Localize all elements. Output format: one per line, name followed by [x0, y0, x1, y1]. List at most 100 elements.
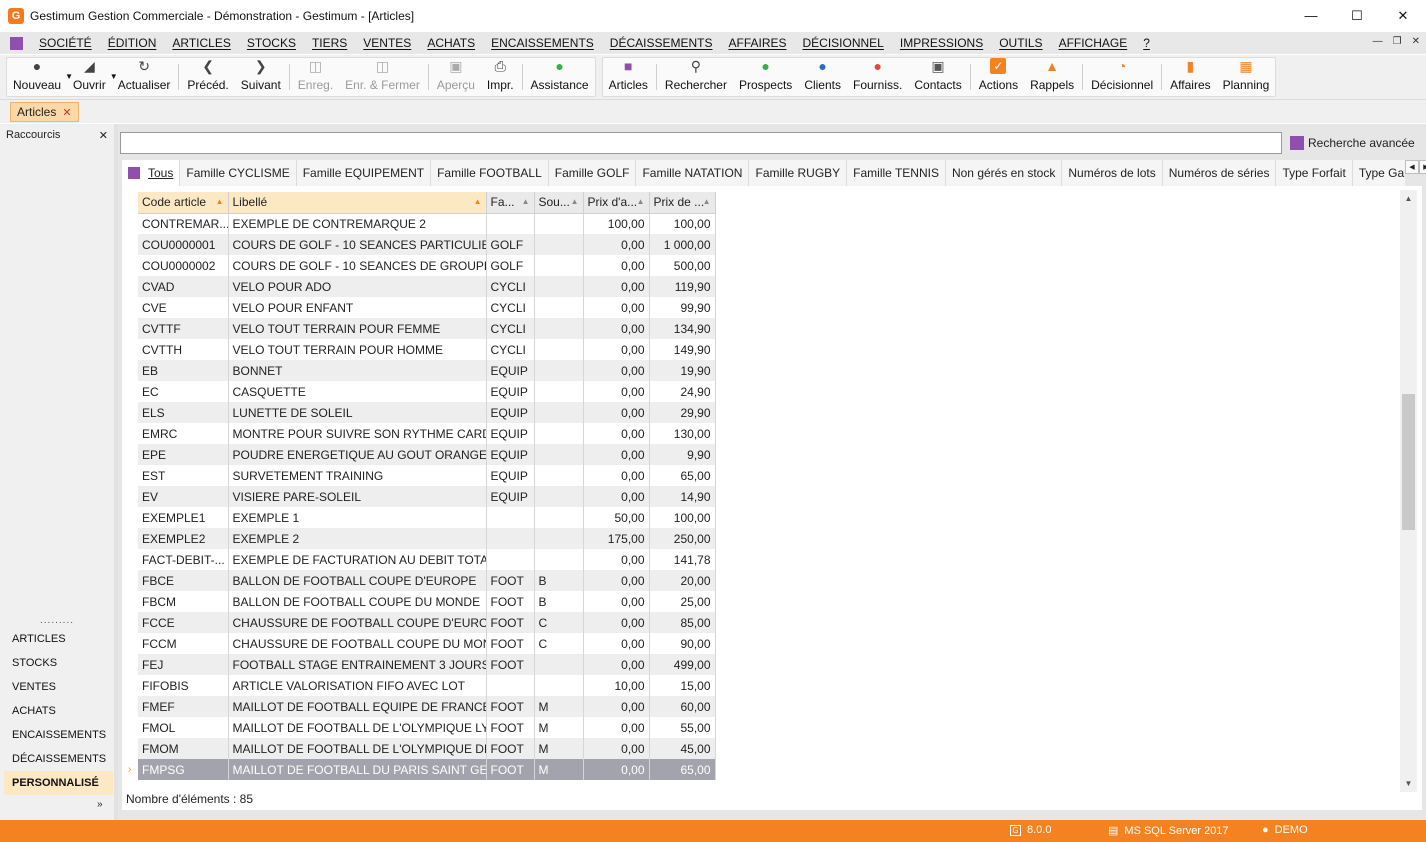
toolbar-button-actualiser[interactable]: ↻ Actualiser	[112, 58, 177, 96]
grid-vertical-scrollbar[interactable]: ▲ ▼	[1400, 190, 1417, 792]
menu-affaires[interactable]: AFFAIRES	[720, 36, 794, 50]
table-row[interactable]: CVTTF VELO TOUT TERRAIN POUR FEMME CYCLI 0,…	[138, 318, 716, 339]
table-row[interactable]: CVE VELO POUR ENFANT CYCLI 0,00 99,90	[138, 297, 716, 318]
tab-type-forfait[interactable]: Type Forfait	[1276, 160, 1353, 186]
tab-famille-equipement[interactable]: Famille EQUIPEMENT	[296, 160, 432, 186]
toolbar-button-suivant[interactable]: ❯ Suivant	[235, 58, 287, 96]
table-row[interactable]: EMRC MONTRE POUR SUIVRE SON RYTHME CARDI.…	[138, 423, 716, 444]
toolbar-button-apercu[interactable]: ▣ Aperçu	[431, 58, 481, 96]
shortcut-achats[interactable]: ACHATS	[4, 699, 113, 723]
toolbar-button-affaires[interactable]: ▮ Affaires	[1164, 58, 1216, 96]
table-row[interactable]: FCCE CHAUSSURE DE FOOTBALL COUPE D'EUROPE…	[138, 612, 716, 633]
table-row[interactable]: CVAD VELO POUR ADO CYCLI 0,00 119,90	[138, 276, 716, 297]
table-row[interactable]: CONTREMAR... EXEMPLE DE CONTREMARQUE 2 100…	[138, 213, 716, 234]
menu-encaissements[interactable]: ENCAISSEMENTS	[483, 36, 602, 50]
toolbar-button-fourniss[interactable]: ● Fourniss.	[847, 58, 908, 96]
scroll-thumb[interactable]	[1402, 394, 1415, 530]
toolbar-button-rechercher[interactable]: ⚲ Rechercher	[659, 58, 733, 96]
column-header-fa[interactable]: Fa... ▲	[486, 192, 535, 214]
toolbar-button-assistance[interactable]: ● Assistance	[525, 58, 595, 96]
menu-help[interactable]: ?	[1135, 36, 1158, 50]
mdi-minimize-icon[interactable]: —	[1373, 36, 1383, 47]
chevron-double-down-icon[interactable]: »	[97, 799, 103, 810]
tab-numeros-de-lots[interactable]: Numéros de lots	[1062, 160, 1163, 186]
table-row[interactable]: EXEMPLE2 EXEMPLE 2 175,00 250,00	[138, 528, 716, 549]
mdi-close-icon[interactable]: ✕	[1412, 36, 1420, 47]
shortcut-decaissements[interactable]: DÉCAISSEMENTS	[4, 747, 113, 771]
table-row[interactable]: FIFOBIS ARTICLE VALORISATION FIFO AVEC LO…	[138, 675, 716, 696]
toolbar-button-impr[interactable]: ⎙ Impr.	[481, 58, 520, 96]
toolbar-button-decisionnel[interactable]: ◔ Décisionnel	[1085, 58, 1159, 96]
toolbar-button-articles[interactable]: ■ Articles	[603, 58, 654, 96]
table-row[interactable]: EST SURVETEMENT TRAINING EQUIP 0,00 65,00	[138, 465, 716, 486]
toolbar-button-nouveau[interactable]: ● Nouveau ▼	[7, 58, 73, 96]
table-row[interactable]: EXEMPLE1 EXEMPLE 1 50,00 100,00	[138, 507, 716, 528]
close-tab-icon[interactable]: ✕	[62, 106, 71, 119]
menu-outils[interactable]: OUTILS	[991, 36, 1050, 50]
toolbar-button-ouvrir[interactable]: ◢ Ouvrir ▼	[67, 58, 118, 96]
mdi-restore-icon[interactable]: ❐	[1393, 36, 1402, 47]
table-row[interactable]: EPE POUDRE ENERGETIQUE AU GOUT ORANGE EQUI…	[138, 444, 716, 465]
table-row[interactable]: FEJ FOOTBALL STAGE ENTRAINEMENT 3 JOURS FO…	[138, 654, 716, 675]
menu-articles[interactable]: ARTICLES	[164, 36, 238, 50]
advanced-search-button[interactable]: Recherche avancée	[1290, 136, 1415, 150]
toolbar-button-rappels[interactable]: ▲ Rappels	[1024, 58, 1080, 96]
shortcut-stocks[interactable]: STOCKS	[4, 651, 113, 675]
shortcut-encaissements[interactable]: ENCAISSEMENTS	[4, 723, 113, 747]
toolbar-button-enreg[interactable]: ◫ Enreg.	[292, 58, 339, 96]
tab-scroll-left-icon[interactable]: ◀	[1405, 160, 1419, 174]
table-row[interactable]: FMOL MAILLOT DE FOOTBALL DE L'OLYMPIQUE L…	[138, 717, 716, 738]
table-row[interactable]: COU0000002 COURS DE GOLF - 10 SEANCES DE …	[138, 255, 716, 276]
tab-famille-golf[interactable]: Famille GOLF	[548, 160, 637, 186]
toolbar-button-prospects[interactable]: ● Prospects	[733, 58, 798, 96]
table-row[interactable]: FACT-DEBIT-... EXEMPLE DE FACTURATION AU …	[138, 549, 716, 570]
table-row[interactable]: COU0000001 COURS DE GOLF - 10 SEANCES PAR…	[138, 234, 716, 255]
menu-tiers[interactable]: TIERS	[304, 36, 355, 50]
search-input[interactable]	[120, 132, 1282, 154]
table-row[interactable]: EC CASQUETTE EQUIP 0,00 24,90	[138, 381, 716, 402]
column-header-code-article[interactable]: Code article ▲	[138, 192, 229, 214]
menu-stocks[interactable]: STOCKS	[239, 36, 304, 50]
table-row[interactable]: CVTTH VELO TOUT TERRAIN POUR HOMME CYCLI 0,…	[138, 339, 716, 360]
table-row[interactable]: FMOM MAILLOT DE FOOTBALL DE L'OLYMPIQUE D…	[138, 738, 716, 759]
table-row[interactable]: FBCE BALLON DE FOOTBALL COUPE D'EUROPE FOO…	[138, 570, 716, 591]
toolbar-button-actions[interactable]: ✓ Actions	[973, 58, 1024, 96]
scroll-down-icon[interactable]: ▼	[1400, 775, 1417, 792]
tab-scroll-right-icon[interactable]: ▶	[1419, 160, 1426, 174]
menu-affichage[interactable]: AFFICHAGE	[1051, 36, 1136, 50]
column-header-sou[interactable]: Sou... ▲	[534, 192, 584, 214]
table-row[interactable]: EV VISIERE PARE-SOLEIL EQUIP 0,00 14,90	[138, 486, 716, 507]
tab-famille-football[interactable]: Famille FOOTBALL	[431, 160, 549, 186]
menu-edition[interactable]: ÉDITION	[100, 36, 165, 50]
tab-famille-natation[interactable]: Famille NATATION	[636, 160, 750, 186]
tab-tous[interactable]: Tous	[122, 160, 181, 186]
table-row[interactable]: ELS LUNETTE DE SOLEIL EQUIP 0,00 29,90	[138, 402, 716, 423]
tab-non-geres-en-stock[interactable]: Non gérés en stock	[945, 160, 1063, 186]
scroll-up-icon[interactable]: ▲	[1400, 190, 1417, 207]
tab-famille-rugby[interactable]: Famille RUGBY	[749, 160, 848, 186]
menu-decaissements[interactable]: DÉCAISSEMENTS	[602, 36, 721, 50]
shortcut-ventes[interactable]: VENTES	[4, 675, 113, 699]
tab-numeros-de-series[interactable]: Numéros de séries	[1162, 160, 1277, 186]
close-pane-icon[interactable]: ✕	[99, 129, 108, 142]
minimize-icon[interactable]: —	[1288, 0, 1334, 31]
toolbar-button-clients[interactable]: ● Clients	[798, 58, 847, 96]
menu-decisionnel[interactable]: DÉCISIONNEL	[795, 36, 892, 50]
table-row[interactable]: FMPSG MAILLOT DE FOOTBALL DU PARIS SAINT …	[138, 759, 716, 780]
menu-impressions[interactable]: IMPRESSIONS	[892, 36, 991, 50]
column-header-prix-de[interactable]: Prix de ... ▲	[649, 192, 716, 214]
menu-app-icon[interactable]	[10, 36, 23, 50]
close-icon[interactable]: ✕	[1380, 0, 1426, 31]
toolbar-button-preced[interactable]: ❮ Précéd.	[181, 58, 234, 96]
tab-famille-cyclisme[interactable]: Famille CYCLISME	[180, 160, 297, 186]
menu-societe[interactable]: SOCIÉTÉ	[31, 36, 100, 50]
table-row[interactable]: FCCM CHAUSSURE DE FOOTBALL COUPE DU MONDE…	[138, 633, 716, 654]
tab-famille-tennis[interactable]: Famille TENNIS	[847, 160, 946, 186]
menu-ventes[interactable]: VENTES	[355, 36, 419, 50]
table-row[interactable]: EB BONNET EQUIP 0,00 19,90	[138, 360, 716, 381]
toolbar-button-enr-fermer[interactable]: ◫ Enr. & Fermer	[339, 58, 426, 96]
toolbar-button-planning[interactable]: ▦ Planning	[1217, 58, 1276, 96]
table-row[interactable]: FMEF MAILLOT DE FOOTBALL EQUIPE DE FRANCE…	[138, 696, 716, 717]
column-header-prix-d-a[interactable]: Prix d'a... ▲	[583, 192, 650, 214]
menu-achats[interactable]: ACHATS	[419, 36, 483, 50]
